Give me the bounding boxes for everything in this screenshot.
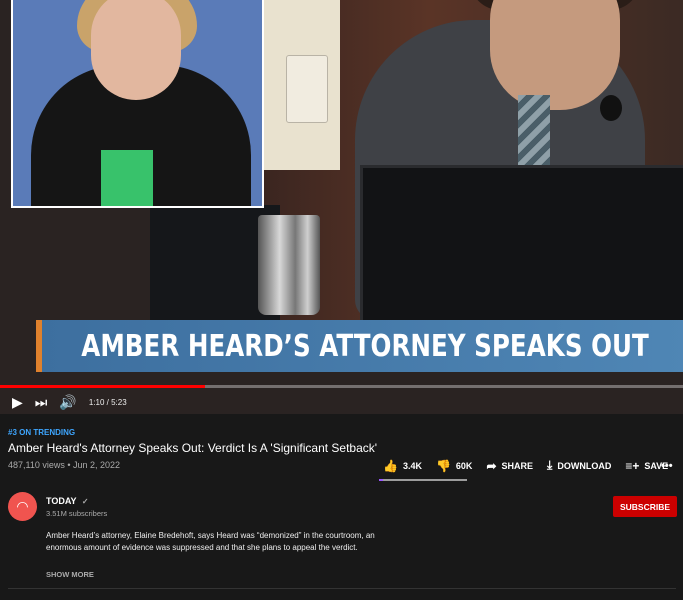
trending-badge[interactable]: #3 ON TRENDING (8, 428, 678, 437)
man-tie (518, 95, 550, 175)
channel-avatar[interactable]: ◠ (8, 492, 37, 521)
man-head (490, 0, 620, 110)
more-actions-icon[interactable]: ••• (661, 460, 673, 472)
like-dislike-bar (379, 479, 467, 481)
microphone (600, 95, 622, 121)
action-bar: 👍 3.4K 👎 60K ➦ SHARE ⤓ DOWNLOAD ≡+ SAVE (383, 458, 682, 473)
views-date: 487,110 views • Jun 2, 2022 (8, 460, 121, 470)
subscribe-button[interactable]: SUBSCRIBE (613, 496, 677, 517)
player-controls: ▶ ⏭ 🔊 1:10 / 5:23 (0, 390, 683, 414)
show-more-button[interactable]: SHOW MORE (46, 570, 94, 579)
like-count: 3.4K (402, 460, 422, 471)
channel-name-text: TODAY (46, 496, 77, 506)
courtroom-monitor (360, 165, 683, 331)
travel-mug (258, 215, 320, 315)
thumbs-up-icon: 👍 (383, 458, 398, 473)
rainbow-logo-icon: ◠ (16, 498, 29, 514)
banner-text: AMBER HEARD’S ATTORNEY SPEAKS OUT (81, 328, 650, 364)
share-button[interactable]: ➦ SHARE (486, 459, 533, 473)
share-icon: ➦ (486, 458, 497, 473)
download-button[interactable]: ⤓ DOWNLOAD (547, 458, 611, 473)
next-icon[interactable]: ⏭ (35, 394, 48, 411)
video-player[interactable]: AMBER HEARD’S ATTORNEY SPEAKS OUT ▶ ⏭ 🔊 … (0, 0, 683, 414)
inset-video (11, 0, 264, 208)
video-description: Amber Heard’s attorney, Elaine Bredehoft… (46, 531, 375, 552)
thumbs-down-icon: 👎 (435, 458, 451, 473)
subscriber-count: 3.51M subscribers (46, 509, 108, 518)
wall-outlet (286, 55, 328, 123)
video-frame: AMBER HEARD’S ATTORNEY SPEAKS OUT (0, 0, 683, 414)
like-button[interactable]: 👍 3.4K (383, 459, 422, 473)
verified-icon: ✓ (81, 497, 89, 506)
download-icon: ⤓ (547, 458, 553, 472)
lower-third-banner: AMBER HEARD’S ATTORNEY SPEAKS OUT (36, 320, 683, 372)
like-ratio-fill (379, 479, 384, 481)
progress-fill (0, 385, 205, 388)
dislike-button[interactable]: 👎 60K (436, 459, 472, 473)
video-meta: #3 ON TRENDING Amber Heard's Attorney Sp… (8, 428, 678, 455)
play-icon[interactable]: ▶ (12, 394, 23, 411)
video-title: Amber Heard's Attorney Speaks Out: Verdi… (8, 441, 378, 455)
woman-shirt (101, 150, 153, 206)
share-label: SHARE (501, 460, 534, 471)
woman-head (91, 0, 181, 100)
dislike-count: 60K (455, 460, 473, 471)
download-label: DOWNLOAD (557, 460, 612, 471)
divider (8, 588, 676, 589)
playlist-add-icon: ≡+ (625, 458, 640, 473)
progress-bar[interactable] (0, 385, 683, 388)
time-display: 1:10 / 5:23 (88, 397, 127, 407)
channel-name[interactable]: TODAY ✓ (46, 496, 89, 506)
volume-icon[interactable]: 🔊 (59, 394, 76, 411)
